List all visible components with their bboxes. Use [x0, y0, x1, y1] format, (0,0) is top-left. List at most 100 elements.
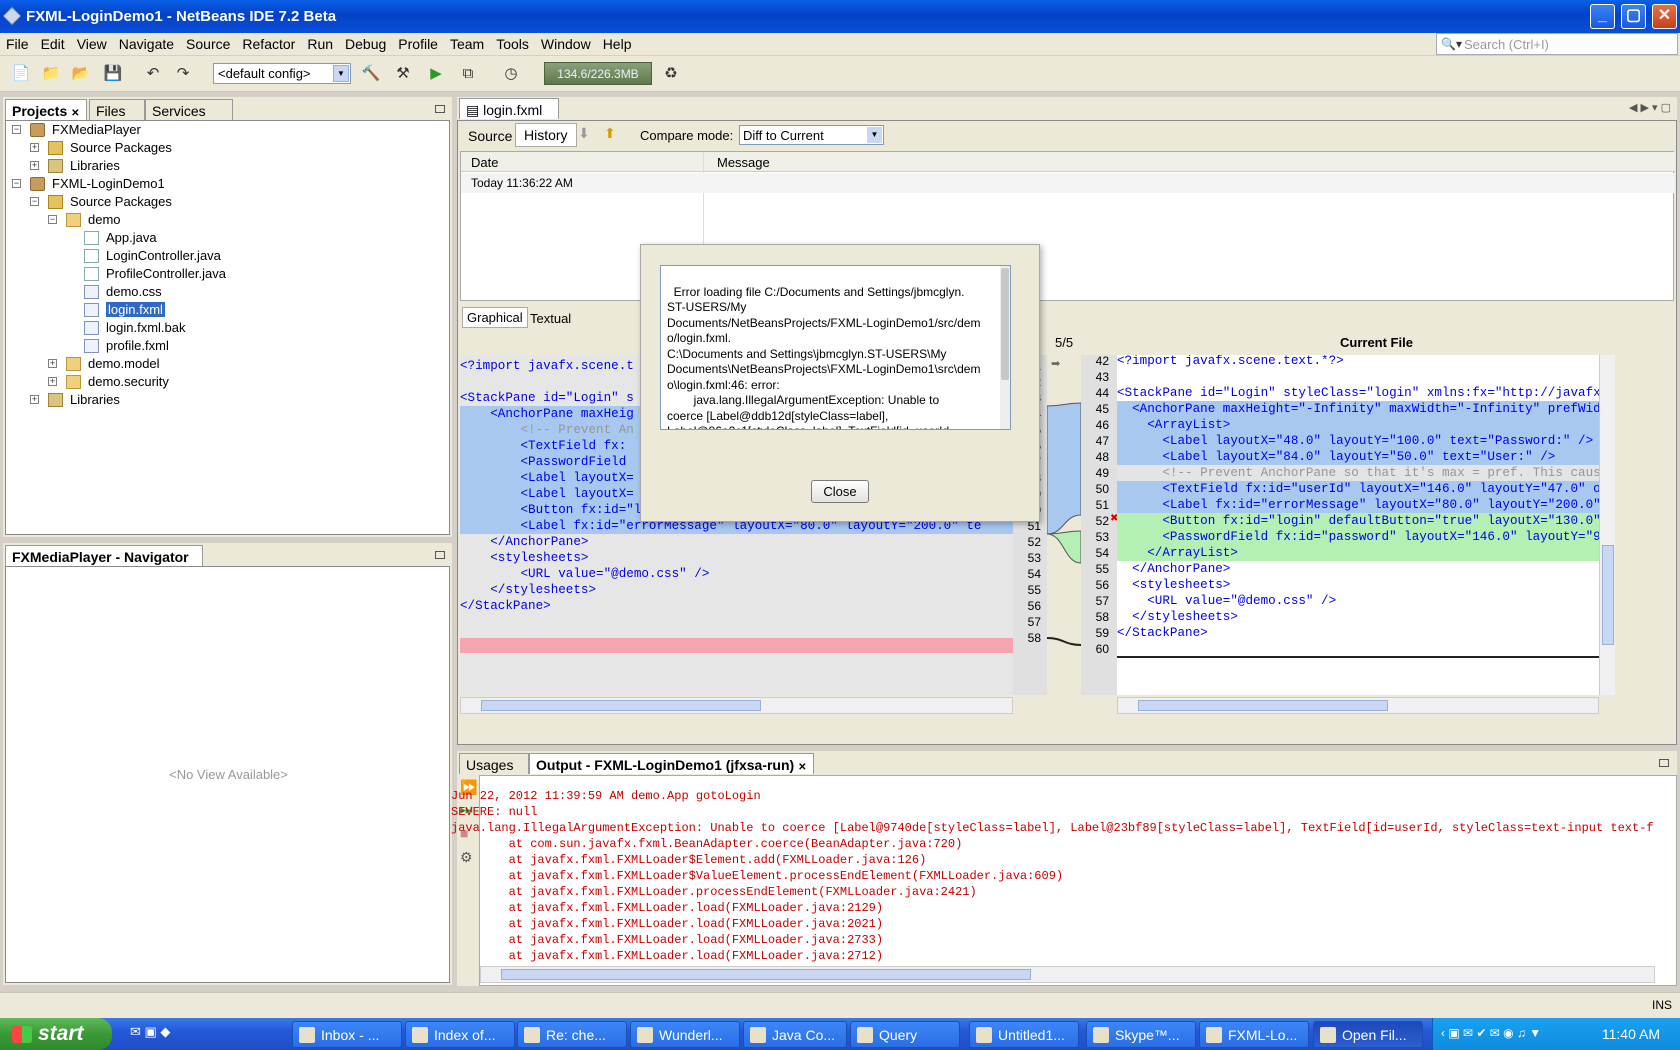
build-icon[interactable]: 🔨 — [360, 63, 382, 85]
tab-textual[interactable]: Textual — [526, 309, 575, 328]
taskbar-item-re-che[interactable]: Re: che... — [517, 1021, 627, 1048]
col-date[interactable]: Date — [471, 155, 498, 170]
maximize-button[interactable]: ▢ — [1621, 4, 1646, 29]
taskbar-item-untitled1[interactable]: Untitled1... — [969, 1021, 1079, 1048]
output-horizontal-scrollbar[interactable] — [480, 966, 1655, 983]
code-line: <TextField fx: — [460, 439, 627, 453]
taskbar-item-fxml-lo[interactable]: FXML-Lo... — [1199, 1021, 1309, 1048]
java-file-icon — [84, 267, 99, 281]
tab-usages[interactable]: Usages — [459, 753, 529, 774]
taskbar-item-inbox[interactable]: Inbox - ... — [292, 1021, 402, 1048]
right-vertical-scrollbar[interactable] — [1599, 355, 1615, 695]
garbage-collect-icon[interactable]: ♻ — [660, 63, 682, 85]
config-select[interactable]: <default config> ▼ — [213, 63, 351, 84]
code-line: <stylesheets> — [460, 551, 589, 565]
output-line: at javafx.fxml.FXMLLoader$Element.add(FX… — [451, 853, 927, 867]
output-line: at com.sun.javafx.fxml.BeanAdapter.coerc… — [451, 837, 963, 851]
taskbar-item-java-co[interactable]: Java Co... — [743, 1021, 847, 1048]
scrollbar-thumb[interactable] — [1602, 545, 1614, 645]
diff-connector: ➡ — [1047, 358, 1081, 646]
menu-view[interactable]: View — [71, 33, 113, 52]
menu-edit[interactable]: Edit — [35, 33, 71, 52]
scrollbar-thumb[interactable] — [1138, 700, 1388, 711]
taskbar-item-index[interactable]: Index of... — [405, 1021, 515, 1048]
taskbar-item-skype[interactable]: Skype™... — [1086, 1021, 1196, 1048]
menu-run[interactable]: Run — [301, 33, 339, 52]
menu-profile[interactable]: Profile — [392, 33, 444, 52]
skype-icon — [1093, 1027, 1109, 1043]
close-window-button[interactable]: ✕ — [1652, 4, 1677, 29]
undo-icon[interactable]: ↶ — [142, 63, 164, 85]
tab-files[interactable]: Files — [89, 99, 145, 120]
close-icon[interactable]: ✕ — [71, 108, 79, 119]
quick-launch-icons[interactable]: ✉ ▣ ◆ — [130, 1024, 170, 1040]
menu-source[interactable]: Source — [180, 33, 236, 52]
start-label: start — [38, 1022, 84, 1045]
save-all-icon[interactable]: 💾 — [102, 63, 124, 85]
tab-projects[interactable]: Projects ✕ — [5, 99, 87, 120]
minimize-button[interactable]: _ — [1590, 4, 1615, 29]
tab-graphical[interactable]: Graphical — [462, 307, 528, 328]
tab-source[interactable]: Source — [464, 125, 516, 147]
taskbar-item-wunderl[interactable]: Wunderl... — [630, 1021, 740, 1048]
scrollbar-thumb[interactable] — [1001, 268, 1009, 380]
clean-build-icon[interactable]: ⚒ — [392, 63, 414, 85]
debug-icon[interactable]: ⧉ — [457, 63, 479, 85]
menu-debug[interactable]: Debug — [339, 33, 392, 52]
menu-file[interactable]: File — [0, 33, 35, 52]
projects-panel: Projects ✕ Files Services − FXMediaPlayer… — [3, 97, 452, 537]
left-horizontal-scrollbar[interactable] — [460, 697, 1013, 714]
minimize-panel-icon[interactable] — [1659, 759, 1669, 767]
menu-window[interactable]: Window — [535, 33, 597, 52]
new-project-icon[interactable]: 📁 — [40, 63, 62, 85]
col-message[interactable]: Message — [717, 155, 770, 170]
menu-tools[interactable]: Tools — [490, 33, 535, 52]
libraries-icon — [48, 159, 63, 173]
code-line: <?import javafx.scene.text.*?> — [1117, 355, 1344, 368]
code-line: <URL value="@demo.css" /> — [460, 567, 710, 581]
close-icon[interactable]: ✕ — [798, 762, 806, 773]
scrollbar-thumb[interactable] — [501, 969, 1031, 980]
minimize-panel-icon[interactable] — [435, 105, 445, 113]
taskbar-item-open-fil[interactable]: Open Fil... — [1313, 1021, 1423, 1048]
error-vertical-scrollbar[interactable] — [1000, 266, 1010, 429]
compare-mode-select[interactable]: Diff to Current ▼ — [739, 125, 884, 145]
run-icon[interactable]: ▶ — [425, 63, 447, 85]
tab-navigator[interactable]: FXMediaPlayer - Navigator ✕ — [5, 545, 203, 581]
history-date-cell: Today 11:36:22 AM — [471, 176, 573, 190]
right-horizontal-scrollbar[interactable] — [1117, 697, 1599, 714]
taskbar-item-query[interactable]: Query — [850, 1021, 960, 1048]
code-line: <Label fx:id="errorMessage" layoutX="80.… — [1117, 498, 1599, 512]
tab-services[interactable]: Services — [145, 99, 233, 120]
scrollbar-thumb[interactable] — [481, 700, 761, 711]
clock[interactable]: 11:40 AM — [1602, 1026, 1660, 1042]
tab-output[interactable]: Output - FXML-LoginDemo1 (jfxsa-run) ✕ — [529, 753, 814, 774]
editor-tab-login-fxml[interactable]: ▤ login.fxml ✕ — [459, 98, 559, 135]
fxml-file-icon — [84, 303, 99, 317]
tray-icons[interactable]: ‹ ▣ ✉ ✔ ✉ ◉ ♫ ▼ — [1441, 1026, 1541, 1040]
start-button[interactable]: start — [0, 1018, 112, 1050]
menu-team[interactable]: Team — [444, 33, 490, 52]
memory-indicator[interactable]: 134.6/226.3MB — [544, 62, 652, 85]
redo-icon[interactable]: ↷ — [172, 63, 194, 85]
minimize-panel-icon[interactable] — [435, 551, 445, 559]
arrow-down-icon[interactable]: ⬇ — [578, 125, 590, 142]
profile-icon[interactable]: ◷ — [500, 63, 522, 85]
code-line: </StackPane> — [460, 599, 551, 613]
open-project-icon[interactable]: 📂 — [70, 63, 92, 85]
new-file-icon[interactable]: 📄 — [10, 63, 32, 85]
search-input[interactable]: 🔍▾ Search (Ctrl+I) — [1436, 33, 1678, 55]
menu-refactor[interactable]: Refactor — [236, 33, 301, 52]
code-line: <Button fx:id="login" defaultButton="tru… — [1117, 514, 1599, 528]
close-button[interactable]: Close — [811, 480, 869, 503]
title-bar[interactable]: FXML-LoginDemo1 - NetBeans IDE 7.2 Beta … — [0, 0, 1680, 33]
arrow-up-icon[interactable]: ⬆ — [604, 125, 616, 142]
code-line: <ArrayList> — [1117, 418, 1231, 432]
editor-nav-icons[interactable]: ◀ ▶ ▾ ▢ — [1629, 101, 1671, 114]
table-row[interactable] — [461, 173, 1675, 193]
menu-help[interactable]: Help — [597, 33, 638, 52]
tab-history[interactable]: History — [515, 123, 577, 147]
error-message-area[interactable]: Error loading file C:/Documents and Sett… — [660, 265, 1011, 430]
menu-navigate[interactable]: Navigate — [113, 33, 180, 52]
right-code-pane[interactable]: <?import javafx.scene.text.*?> <StackPan… — [1117, 355, 1599, 695]
